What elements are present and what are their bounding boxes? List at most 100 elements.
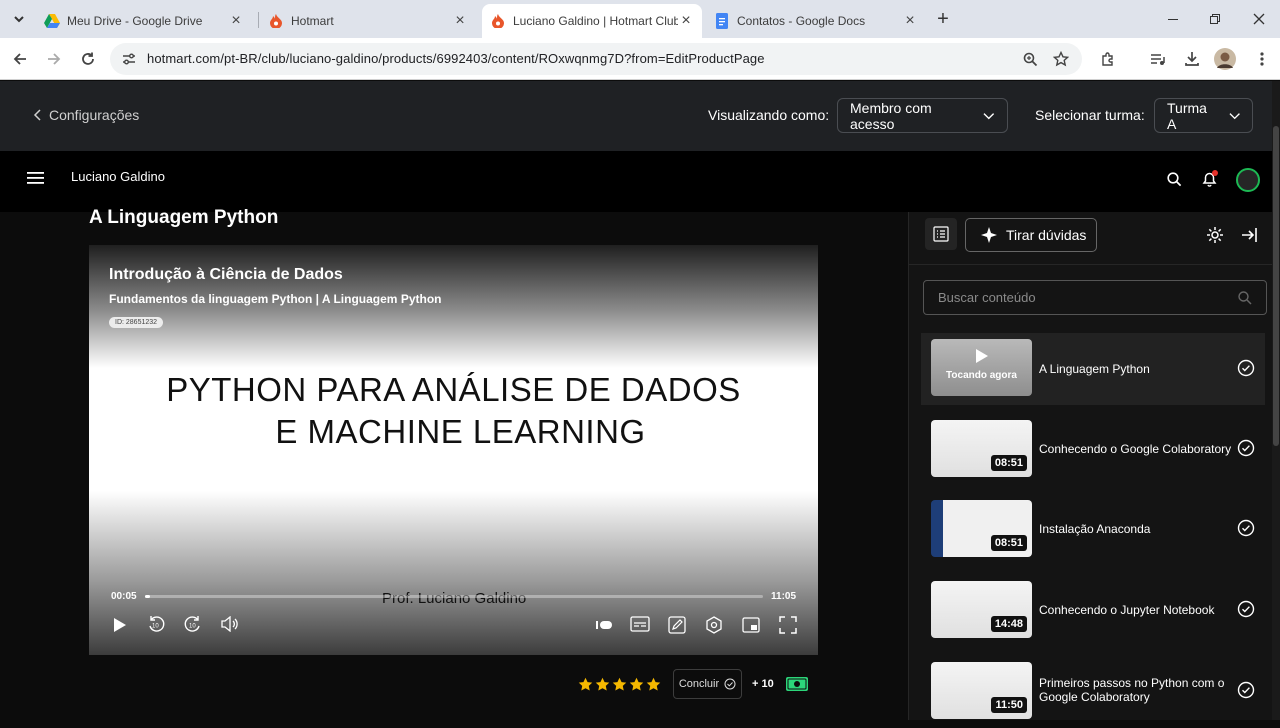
close-window-icon[interactable]: [1248, 8, 1270, 30]
video-header-title: Introdução à Ciência de Dados: [109, 266, 343, 283]
tab-search-chevron-icon[interactable]: [8, 8, 30, 30]
scrollbar-thumb[interactable]: [1273, 126, 1279, 446]
profile-avatar[interactable]: [1214, 48, 1236, 70]
progress-fill: [145, 595, 150, 598]
sidebar-divider: [909, 264, 1273, 265]
sidebar-settings-gear-icon[interactable]: [1206, 226, 1224, 249]
tab-google-docs[interactable]: Contatos - Google Docs ×: [706, 4, 926, 38]
picture-in-picture-icon[interactable]: [742, 617, 760, 638]
video-player[interactable]: Introdução à Ciência de Dados Fundamento…: [89, 245, 818, 655]
page-scrollbar[interactable]: [1272, 81, 1280, 720]
playback-speed-icon[interactable]: [595, 618, 613, 636]
star-icon[interactable]: [612, 677, 627, 692]
club-name[interactable]: Luciano Galdino: [71, 169, 165, 184]
list-item[interactable]: Tocando agora A Linguagem Python: [921, 333, 1265, 405]
back-arrow-icon[interactable]: [9, 48, 31, 70]
ask-questions-button[interactable]: Tirar dúvidas: [965, 218, 1097, 252]
site-settings-icon[interactable]: [118, 48, 140, 70]
reload-icon[interactable]: [77, 48, 99, 70]
content-list-icon[interactable]: [925, 218, 957, 250]
user-avatar[interactable]: [1236, 168, 1260, 192]
close-icon[interactable]: ×: [678, 12, 694, 30]
download-icon[interactable]: [1181, 48, 1203, 70]
browser-menu-icon[interactable]: [1251, 48, 1273, 70]
zoom-icon[interactable]: [1019, 48, 1041, 70]
media-controls-icon[interactable]: [1147, 48, 1169, 70]
google-docs-icon: [714, 13, 730, 29]
back-link-label: Configurações: [49, 107, 140, 123]
address-bar[interactable]: hotmart.com/pt-BR/club/luciano-galdino/p…: [110, 43, 1082, 75]
list-item[interactable]: 11:50 Primeiros passos no Python com o G…: [921, 656, 1265, 728]
lesson-item-title: Instalação Anaconda: [1039, 522, 1151, 536]
lesson-item-title: Conhecendo o Google Colaboratory: [1039, 442, 1232, 456]
forward-arrow-icon[interactable]: [43, 48, 65, 70]
complete-label: Concluir: [678, 678, 720, 690]
check-circle-icon[interactable]: [1237, 681, 1255, 699]
lesson-sidebar: Tirar dúvidas ::placeholder{color:#8a8a8…: [908, 212, 1273, 720]
viewing-as-dropdown[interactable]: Membro com acesso: [837, 98, 1008, 133]
tab-hotmart[interactable]: Hotmart ×: [260, 4, 476, 38]
check-circle-icon[interactable]: [1237, 600, 1255, 618]
search-icon[interactable]: [1167, 172, 1182, 192]
now-playing-label: Tocando agora: [946, 370, 1017, 381]
restore-window-icon[interactable]: [1204, 8, 1226, 30]
collapse-sidebar-icon[interactable]: [1240, 226, 1258, 249]
thumbnail: 08:51: [931, 500, 1032, 557]
play-icon: [976, 349, 988, 363]
close-icon[interactable]: ×: [902, 12, 918, 30]
list-item[interactable]: 08:51 Conhecendo o Google Colaboratory: [921, 414, 1265, 486]
fullscreen-icon[interactable]: [779, 616, 797, 639]
close-icon[interactable]: ×: [228, 12, 244, 30]
duration-badge: 08:51: [990, 455, 1027, 471]
star-icon[interactable]: [629, 677, 644, 692]
close-icon[interactable]: ×: [452, 12, 468, 30]
list-item[interactable]: 14:48 Conhecendo o Jupyter Notebook: [921, 575, 1265, 647]
lesson-item-title: Conhecendo o Jupyter Notebook: [1039, 603, 1215, 617]
google-drive-icon: [44, 13, 60, 29]
thumbnail: Tocando agora: [931, 339, 1032, 396]
forward-10-icon[interactable]: 10: [184, 615, 202, 638]
ask-questions-label: Tirar dúvidas: [1006, 227, 1087, 243]
thumbnail: 11:50: [931, 662, 1032, 719]
search-content-field[interactable]: [923, 280, 1267, 315]
search-content-input[interactable]: [924, 281, 1224, 314]
tab-hotmart-club[interactable]: Luciano Galdino | Hotmart Club ×: [482, 4, 702, 38]
play-icon[interactable]: [113, 617, 127, 638]
hamburger-menu-icon[interactable]: [27, 171, 44, 190]
hotmart-flame-icon: [268, 13, 284, 29]
extensions-puzzle-icon[interactable]: [1097, 48, 1119, 70]
configuracoes-back-link[interactable]: Configurações: [33, 107, 139, 123]
lesson-title: A Linguagem Python: [89, 207, 279, 228]
rating-stars[interactable]: [578, 677, 661, 692]
browser-tab-strip: Meu Drive - Google Drive × Hotmart × Luc…: [0, 0, 1280, 38]
star-icon[interactable]: [578, 677, 593, 692]
settings-gear-icon[interactable]: [705, 616, 723, 639]
check-circle-icon[interactable]: [1237, 519, 1255, 537]
volume-icon[interactable]: [221, 615, 239, 637]
rewind-10-icon[interactable]: 10: [147, 615, 165, 638]
notification-bell-icon[interactable]: [1201, 170, 1219, 193]
select-class-dropdown[interactable]: Turma A: [1154, 98, 1253, 133]
tab-label: Meu Drive - Google Drive: [67, 14, 203, 28]
duration-badge: 14:48: [990, 616, 1027, 632]
chevron-down-icon: [1229, 112, 1240, 119]
check-circle-icon: [724, 678, 736, 690]
annotate-pencil-icon[interactable]: [668, 616, 686, 639]
svg-text:10: 10: [189, 624, 196, 630]
star-icon[interactable]: [646, 677, 661, 692]
check-circle-icon[interactable]: [1237, 359, 1255, 377]
points-money-icon: [785, 675, 809, 698]
tab-label: Hotmart: [291, 14, 334, 28]
complete-button[interactable]: Concluir: [673, 669, 742, 699]
minimize-icon[interactable]: [1162, 8, 1184, 30]
subtitles-icon[interactable]: [630, 616, 650, 637]
progress-track[interactable]: [145, 595, 763, 598]
tab-label: Contatos - Google Docs: [737, 14, 866, 28]
new-tab-plus-icon[interactable]: +: [932, 8, 954, 30]
star-icon[interactable]: [595, 677, 610, 692]
tab-google-drive[interactable]: Meu Drive - Google Drive ×: [36, 4, 252, 38]
list-item[interactable]: 08:51 Instalação Anaconda: [921, 494, 1265, 566]
select-class-value: Turma A: [1167, 99, 1207, 132]
check-circle-icon[interactable]: [1237, 439, 1255, 457]
bookmark-star-icon[interactable]: [1050, 48, 1072, 70]
